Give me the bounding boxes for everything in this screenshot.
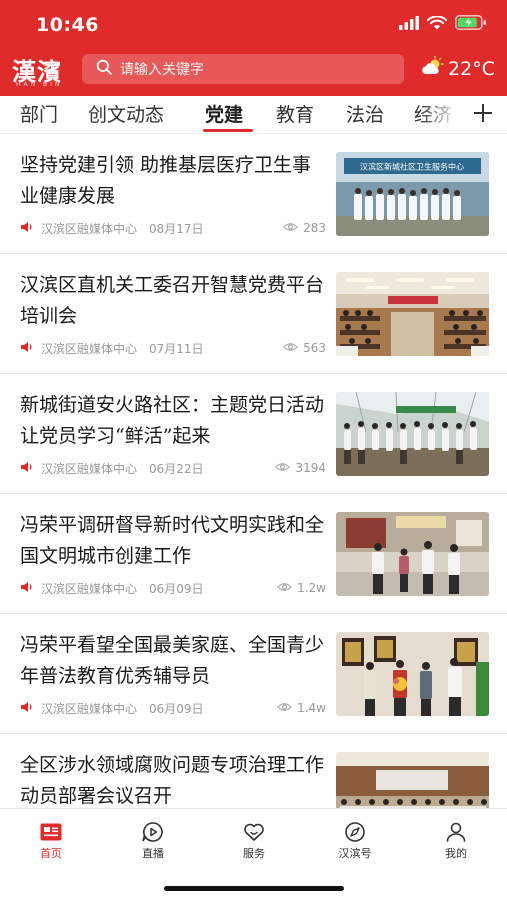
news-date: 06月09日 xyxy=(149,581,204,596)
news-thumbnail[interactable] xyxy=(336,392,489,476)
news-title[interactable]: 汉滨区直机关工委召开智慧党费平台培训会 xyxy=(20,270,330,332)
status-bar: 10:46 xyxy=(0,0,507,46)
news-date: 08月17日 xyxy=(149,221,204,236)
speaker-icon[interactable] xyxy=(20,581,33,596)
search-icon xyxy=(96,59,112,79)
home-indicator[interactable] xyxy=(164,886,344,891)
live-play-icon xyxy=(123,819,183,845)
eye-icon xyxy=(277,701,292,715)
user-icon xyxy=(426,819,486,845)
tab-rule-of-law[interactable]: 法治 xyxy=(346,100,384,127)
partly-cloudy-icon xyxy=(420,55,444,81)
home-news-icon xyxy=(21,819,81,845)
service-heart-icon xyxy=(224,819,284,845)
news-meta: 汉滨区融媒体中心 06月09日 1.4w xyxy=(20,700,326,716)
news-date: 06月22日 xyxy=(149,461,204,476)
channel-tabs: 部门 创文动态 党建 教育 法治 经济 xyxy=(0,96,507,134)
news-thumbnail[interactable] xyxy=(336,272,489,356)
eye-icon xyxy=(283,341,298,355)
search-bar[interactable]: 请输入关键字 xyxy=(82,54,404,84)
news-views: 563 xyxy=(283,341,326,355)
news-source: 汉滨区融媒体中心 xyxy=(41,581,138,596)
news-view-count: 1.2w xyxy=(297,581,326,595)
weather-widget[interactable]: 22°C xyxy=(420,55,495,81)
news-source: 汉滨区融媒体中心 xyxy=(41,461,138,476)
search-placeholder: 请输入关键字 xyxy=(120,62,204,78)
tab-party-building[interactable]: 党建 xyxy=(205,100,243,127)
nav-mine-label: 我的 xyxy=(445,847,467,860)
news-view-count: 283 xyxy=(303,221,326,235)
app-header: 10:46 漢濱 HAN BIN 请输入关键字 22°C xyxy=(0,0,507,96)
news-item[interactable]: 汉滨区直机关工委召开智慧党费平台培训会 汉滨区融媒体中心 07月11日 563 xyxy=(0,254,507,374)
speaker-icon[interactable] xyxy=(20,461,33,476)
news-views: 283 xyxy=(283,221,326,235)
tabs-fade-overlay xyxy=(420,96,460,133)
signal-icon xyxy=(399,15,419,34)
eye-icon xyxy=(283,221,298,235)
nav-home[interactable]: 首页 xyxy=(21,819,81,861)
news-views: 1.4w xyxy=(277,701,326,715)
plus-icon xyxy=(473,103,493,127)
news-item[interactable]: 冯荣平看望全国最美家庭、全国青少年普法教育优秀辅导员 汉滨区融媒体中心 06月0… xyxy=(0,614,507,734)
nav-live[interactable]: 直播 xyxy=(123,819,183,861)
status-time: 10:46 xyxy=(36,14,99,36)
nav-mine[interactable]: 我的 xyxy=(426,819,486,861)
news-view-count: 3194 xyxy=(295,461,326,475)
news-title[interactable]: 坚持党建引领 助推基层医疗卫生事业健康发展 xyxy=(20,150,330,212)
news-item[interactable]: 坚持党建引领 助推基层医疗卫生事业健康发展 汉滨区融媒体中心 08月17日 28… xyxy=(0,134,507,254)
news-meta: 汉滨区融媒体中心 06月22日 3194 xyxy=(20,460,326,476)
news-title[interactable]: 全区涉水领域腐败问题专项治理工作动员部署会议召开 xyxy=(20,750,330,812)
nav-live-label: 直播 xyxy=(142,847,164,860)
nav-service[interactable]: 服务 xyxy=(224,819,284,861)
news-date: 06月09日 xyxy=(149,701,204,716)
news-view-count: 1.4w xyxy=(297,701,326,715)
compass-icon xyxy=(325,819,385,845)
clinic-sign: 汉滨区新城社区卫生服务中心 xyxy=(360,162,464,172)
weather-temperature: 22°C xyxy=(448,57,495,80)
news-views: 1.2w xyxy=(277,581,326,595)
news-thumbnail[interactable] xyxy=(336,512,489,596)
nav-service-label: 服务 xyxy=(243,847,265,860)
news-source: 汉滨区融媒体中心 xyxy=(41,341,138,356)
active-tab-indicator xyxy=(203,129,253,132)
speaker-icon[interactable] xyxy=(20,701,33,716)
wifi-icon xyxy=(426,15,448,34)
eye-icon xyxy=(275,461,291,475)
tab-department[interactable]: 部门 xyxy=(20,100,58,127)
news-item[interactable]: 新城街道安火路社区：主题党日活动让党员学习“鲜活”起来 汉滨区融媒体中心 06月… xyxy=(0,374,507,494)
news-date: 07月11日 xyxy=(149,341,204,356)
battery-icon xyxy=(455,15,487,34)
status-icons xyxy=(399,15,487,34)
tab-civilization-news[interactable]: 创文动态 xyxy=(88,100,164,127)
news-title[interactable]: 冯荣平看望全国最美家庭、全国青少年普法教育优秀辅导员 xyxy=(20,630,330,692)
nav-hanbin-account[interactable]: 汉滨号 xyxy=(325,819,385,861)
eye-icon xyxy=(277,581,292,595)
news-meta: 汉滨区融媒体中心 07月11日 563 xyxy=(20,340,326,356)
tab-education[interactable]: 教育 xyxy=(276,100,314,127)
nav-home-label: 首页 xyxy=(40,847,62,860)
news-item[interactable]: 冯荣平调研督导新时代文明实践和全国文明城市创建工作 汉滨区融媒体中心 06月09… xyxy=(0,494,507,614)
news-title[interactable]: 冯荣平调研督导新时代文明实践和全国文明城市创建工作 xyxy=(20,510,330,572)
news-meta: 汉滨区融媒体中心 06月09日 1.2w xyxy=(20,580,326,596)
app-logo-subtitle: HAN BIN xyxy=(16,81,63,88)
news-source: 汉滨区融媒体中心 xyxy=(41,221,138,236)
news-title[interactable]: 新城街道安火路社区：主题党日活动让党员学习“鲜活”起来 xyxy=(20,390,330,452)
top-bar: 漢濱 HAN BIN 请输入关键字 22°C xyxy=(0,50,507,90)
speaker-icon[interactable] xyxy=(20,221,33,236)
news-thumbnail[interactable]: 汉滨区新城社区卫生服务中心 xyxy=(336,152,489,236)
news-view-count: 563 xyxy=(303,341,326,355)
nav-hanbin-account-label: 汉滨号 xyxy=(338,847,372,860)
speaker-icon[interactable] xyxy=(20,341,33,356)
news-views: 3194 xyxy=(275,461,326,475)
news-meta: 汉滨区融媒体中心 08月17日 283 xyxy=(20,220,326,236)
news-source: 汉滨区融媒体中心 xyxy=(41,701,138,716)
add-channel-button[interactable] xyxy=(466,96,500,133)
news-thumbnail[interactable] xyxy=(336,632,489,716)
